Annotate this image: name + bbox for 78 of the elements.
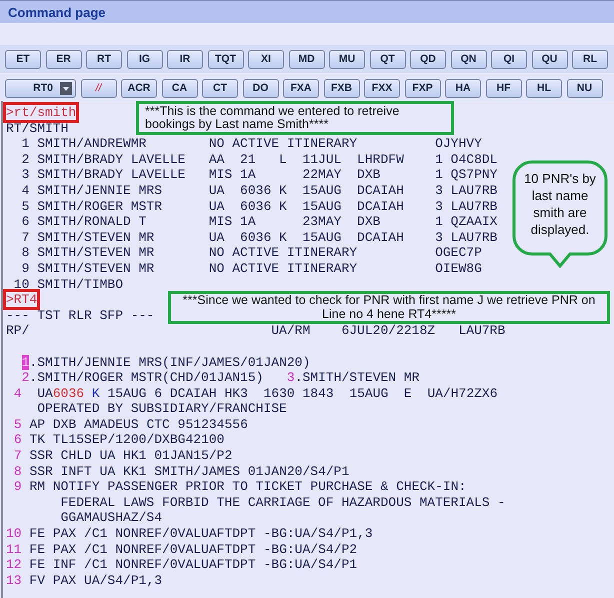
passenger-name: .SMITH/JENNIE MRS(INF/JAMES/01JAN20) [29,354,310,370]
pnr-element: SSR INFT UA KK1 SMITH/JAMES 01JAN20/S4/P1 [29,464,350,479]
line-number: 12 [6,557,22,572]
toolbar-button[interactable]: CT [202,78,238,98]
result-row[interactable]: 6 SMITH/RONALD T MIS 1A 23MAY DXB 1 QZAAIX [6,214,498,230]
toolbar-button[interactable]: QI [491,50,527,68]
pnr-element: OPERATED BY SUBSIDIARY/FRANCHISE [37,401,287,416]
line-number: 4 [12,386,22,401]
result-row[interactable]: 7 SMITH/STEVEN MR UA 6036 K 15AUG DCAIAH 3 LAU7RB [6,230,498,245]
toolbar-button[interactable]: FXB [324,78,360,98]
pnr-element: RM NOTIFY PASSENGER PRIOR TO TICKET PURCHASE & CHECK-IN: [29,479,466,494]
command-dropdown[interactable]: RT0 [5,78,76,98]
passenger-number: 1 [22,354,30,370]
toolbar-button[interactable]: QT [370,50,406,68]
passenger-name: .SMITH/STEVEN MR [294,370,420,386]
toolbar-button[interactable]: QD [410,50,446,68]
toolbar-button[interactable]: DO [242,78,278,98]
pnr-element: FE PAX /C1 NONREF/0VALUAFTDPT -BG:UA/S4/P2 [29,542,358,557]
toolbar-button[interactable]: RT [86,50,122,68]
pnr-element: FE INF /C1 NONREF/0VALUAFTDPT -BG:UA/S4/P1 [29,557,358,572]
toolbar-button[interactable]: RL [572,50,608,68]
result-row[interactable]: 8 SMITH/STEVEN MR NO ACTIVE ITINERARY OGEC7P [6,245,482,260]
toolbar-button[interactable]: IR [167,50,203,68]
terminal-line: RP/ UA/RM 6JUL20/2218Z LAU7RB [6,323,506,338]
pnr-element: TK TL15SEP/1200/DXBG42100 [29,432,224,448]
line-number: 11 [6,542,22,557]
result-row[interactable]: 3 SMITH/BRADY LAVELLE MIS 1A 22MAY DXB 1 QS7PNY [6,167,498,182]
pnr-element: UA6036 K 15AUG 6 DCAIAH HK3 1630 1843 15AUG E UA/H72ZX6 [37,386,498,401]
callout-note: ***Since we wanted to check for PNR with first name J we retrieve PNR on Line no 4 hene RT4***** [168,291,610,324]
terminal-line: --- TST RLR SFP --- [6,308,154,323]
line-number: 8 [12,464,22,479]
pnr-element: FEDERAL LAWS FORBID THE CARRIAGE OF HAZARDOUS MATERIALS - [60,494,506,510]
toolbar-button[interactable]: ET [5,50,41,68]
toolbar-button[interactable]: XI [248,50,284,68]
toolbar-button[interactable]: HA [445,78,481,98]
line-number: 6 [12,432,22,448]
pnr-element: GGAMAUSHAZ/S4 [60,510,162,526]
passenger-name: .SMITH/ROGER MSTR(CHD/01JAN15) [29,370,264,386]
line-number: 9 [12,479,22,494]
command-text: >RT4 [6,292,38,308]
window-title: Command page [0,0,614,23]
toolbar-button[interactable]: // [80,78,116,98]
toolbar-button[interactable]: QN [450,50,486,68]
result-row[interactable]: 1 SMITH/ANDREWMR NO ACTIVE ITINERARY OJYHVY [6,136,482,152]
toolbar-button[interactable]: IG [126,50,162,68]
toolbar-button[interactable]: MD [288,50,324,68]
command-text: >rt/smith [6,105,76,120]
line-number: 13 [6,572,22,588]
result-row[interactable]: 5 SMITH/ROGER MSTR UA 6036 K 15AUG DCAIAH 3 LAU7RB [6,198,498,214]
toolbar-button[interactable]: NU [566,78,602,98]
toolbar-button[interactable]: ACR [121,78,157,98]
result-row[interactable]: 2 SMITH/BRADY LAVELLE AA 21 L 11JUL LHRDFW 1 O4C8DL [6,152,498,167]
toolbar-button[interactable]: FXP [404,78,440,98]
toolbar-button[interactable]: CA [162,78,198,98]
result-row[interactable]: 10 SMITH/TIMBO [6,276,124,292]
pnr-element: SSR CHLD UA HK1 01JAN15/P2 [29,448,232,464]
terminal-line: RT/SMITH [6,120,68,136]
result-row[interactable]: 4 SMITH/JENNIE MRS UA 6036 K 15AUG DCAIAH 3 LAU7RB [6,182,498,198]
pnr-element: AP DXB AMADEUS CTC 951234556 [29,416,248,432]
pnr-element: FV PAX UA/S4/P1,3 [29,572,162,588]
result-row[interactable]: 9 SMITH/STEVEN MR NO ACTIVE ITINERARY OIEW8G [6,260,482,276]
toolbar-button[interactable]: FXX [364,78,400,98]
line-number: 10 [6,526,22,542]
toolbar-button[interactable]: QU [532,50,568,68]
toolbar-button[interactable]: ER [46,50,82,68]
passenger-number: 2 [22,370,30,386]
toolbar-button[interactable]: HL [526,78,562,98]
line-number: 7 [12,448,22,464]
pnr-element: FE PAX /C1 NONREF/0VALUAFTDPT -BG:UA/S4/P1,3 [29,526,373,542]
speech-bubble: 10 PNR's by last name smith are displayed. [512,160,608,268]
toolbar-button[interactable]: MU [329,50,365,68]
toolbar-button[interactable]: FXA [283,78,319,98]
toolbar-button[interactable]: TQT [208,50,244,68]
passenger-number: 3 [286,370,295,386]
callout-note: ***This is the command we entered to retreive bookings by Last name Smith**** [136,101,454,135]
toolbar-button[interactable]: HF [486,78,522,98]
caret-icon [60,82,72,94]
line-number: 5 [12,416,22,432]
